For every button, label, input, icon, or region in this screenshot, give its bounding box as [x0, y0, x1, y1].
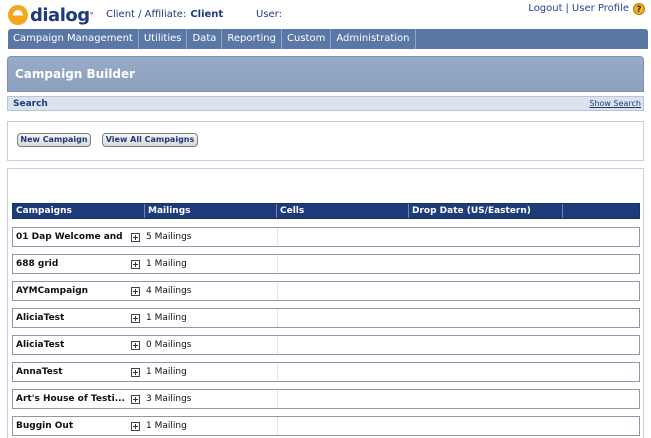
panel-title-bar: Campaign Builder: [7, 56, 644, 92]
app-header: dialog ° Client / Affiliate: Client User: …: [0, 0, 651, 28]
row-divider: [277, 363, 278, 381]
expand-plus-icon[interactable]: [131, 422, 140, 431]
logo-text: dialog: [30, 4, 90, 26]
client-affiliate-label: Client / Affiliate: Client: [106, 9, 223, 20]
campaign-name[interactable]: AliciaTest: [16, 313, 126, 323]
page-title: Campaign Builder: [15, 67, 136, 81]
campaign-name[interactable]: AliciaTest: [16, 340, 126, 350]
row-divider: [277, 228, 278, 246]
column-header-drop-date[interactable]: Drop Date (US/Eastern): [409, 204, 563, 218]
mailings-count: 1 Mailing: [146, 367, 187, 377]
campaign-name[interactable]: AYMCampaign: [16, 286, 126, 296]
expand-plus-icon[interactable]: [131, 287, 140, 296]
nav-utilities[interactable]: Utilities: [139, 29, 188, 49]
expand-plus-icon[interactable]: [131, 233, 140, 242]
help-icon[interactable]: ?: [633, 3, 645, 15]
view-all-campaigns-button[interactable]: View All Campaigns: [102, 133, 198, 147]
new-campaign-button[interactable]: New Campaign: [17, 133, 91, 147]
column-header-campaigns[interactable]: Campaigns: [13, 204, 145, 218]
row-divider: [277, 336, 278, 354]
search-bar: Search Show Search: [7, 96, 644, 111]
column-header-extra: [563, 204, 639, 218]
client-affiliate-value: Client: [190, 9, 224, 20]
search-label: Search: [13, 99, 48, 109]
show-search-link[interactable]: Show Search: [589, 99, 641, 108]
row-divider: [277, 309, 278, 327]
expand-plus-icon[interactable]: [131, 368, 140, 377]
table-row[interactable]: 688 grid 1 Mailing: [12, 254, 640, 274]
expand-plus-icon[interactable]: [131, 314, 140, 323]
link-separator: |: [565, 3, 569, 14]
nav-campaign-management[interactable]: Campaign Management: [8, 29, 139, 49]
table-row[interactable]: Buggin Out 1 Mailing: [12, 416, 640, 436]
campaign-name[interactable]: 01 Dap Welcome and B...: [16, 232, 126, 242]
dialog-logo[interactable]: dialog °: [8, 4, 94, 26]
row-divider: [277, 255, 278, 273]
main-nav: Campaign Management Utilities Data Repor…: [8, 29, 648, 49]
table-row[interactable]: AliciaTest 1 Mailing: [12, 308, 640, 328]
table-row[interactable]: Art's House of Testi... 3 Mailings: [12, 389, 640, 409]
mailings-count: 3 Mailings: [146, 394, 192, 404]
actions-box: New Campaign View All Campaigns: [7, 121, 644, 161]
row-divider: [277, 390, 278, 408]
mailings-count: 1 Mailing: [146, 313, 187, 323]
logo-trademark: °: [89, 10, 94, 20]
row-divider: [277, 282, 278, 300]
nav-custom[interactable]: Custom: [282, 29, 332, 49]
mailings-count: 0 Mailings: [146, 340, 192, 350]
table-row[interactable]: AliciaTest 0 Mailings: [12, 335, 640, 355]
table-row[interactable]: AnnaTest 1 Mailing: [12, 362, 640, 382]
campaign-name[interactable]: AnnaTest: [16, 367, 126, 377]
logo-mark-icon: [8, 5, 28, 25]
expand-plus-icon[interactable]: [131, 260, 140, 269]
user-profile-link[interactable]: User Profile: [572, 3, 629, 14]
campaign-name[interactable]: 688 grid: [16, 259, 126, 269]
expand-plus-icon[interactable]: [131, 341, 140, 350]
mailings-count: 1 Mailing: [146, 421, 187, 431]
table-row[interactable]: AYMCampaign 4 Mailings: [12, 281, 640, 301]
campaign-rows: 01 Dap Welcome and B... 5 Mailings 688 g…: [12, 227, 640, 438]
mailings-count: 1 Mailing: [146, 259, 187, 269]
row-divider: [277, 417, 278, 435]
table-row[interactable]: 01 Dap Welcome and B... 5 Mailings: [12, 227, 640, 247]
client-affiliate-caption: Client / Affiliate:: [106, 9, 187, 20]
expand-plus-icon[interactable]: [131, 395, 140, 404]
user-label: User:: [256, 9, 282, 20]
campaign-name[interactable]: Art's House of Testi...: [16, 394, 126, 404]
column-header-cells[interactable]: Cells: [277, 204, 409, 218]
nav-administration[interactable]: Administration: [331, 29, 416, 49]
table-header: Campaigns Mailings Cells Drop Date (US/E…: [12, 203, 640, 219]
top-links: Logout | User Profile: [528, 3, 629, 14]
campaign-name[interactable]: Buggin Out: [16, 421, 126, 431]
column-header-mailings[interactable]: Mailings: [145, 204, 277, 218]
logout-link[interactable]: Logout: [528, 3, 562, 14]
nav-data[interactable]: Data: [187, 29, 223, 49]
nav-reporting[interactable]: Reporting: [222, 29, 282, 49]
mailings-count: 4 Mailings: [146, 286, 192, 296]
mailings-count: 5 Mailings: [146, 232, 192, 242]
